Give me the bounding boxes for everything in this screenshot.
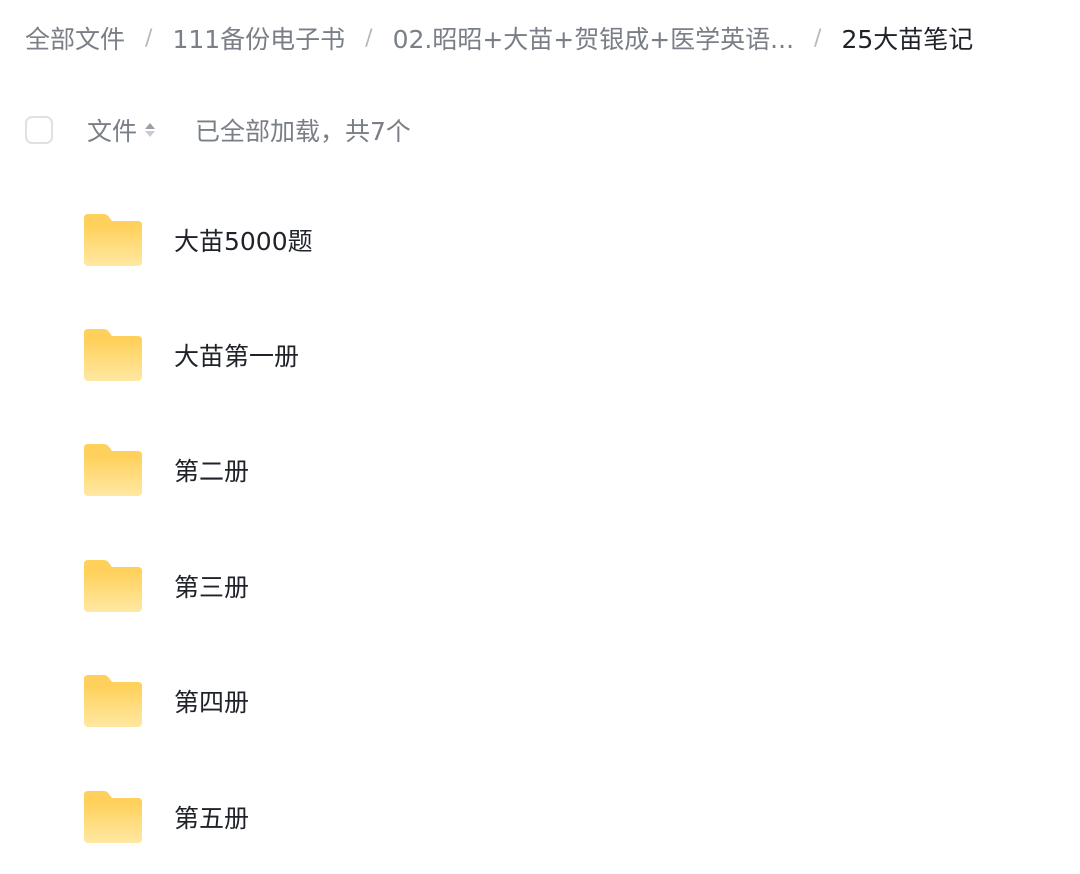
breadcrumb: 全部文件 / 111备份电子书 / 02.昭昭+大苗+贺银成+医学英语... /… <box>25 18 973 58</box>
sort-icon <box>145 123 156 137</box>
breadcrumb-separator: / <box>365 25 373 51</box>
folder-icon <box>84 329 142 382</box>
file-name: 第三册 <box>174 572 250 602</box>
load-status-text: 已全部加载，共7个 <box>195 117 411 146</box>
file-name: 第二册 <box>174 457 250 487</box>
file-name: 大苗5000题 <box>174 226 313 256</box>
breadcrumb-item-current: 25大苗笔记 <box>841 25 974 54</box>
breadcrumb-separator: / <box>145 25 153 51</box>
breadcrumb-item-parent-folder[interactable]: 02.昭昭+大苗+贺银成+医学英语... <box>393 20 794 56</box>
file-name: 大苗第一册 <box>174 342 300 372</box>
folder-icon <box>84 213 142 266</box>
file-row[interactable]: 大苗第一册 <box>0 297 1080 412</box>
breadcrumb-item-all-files[interactable]: 全部文件 <box>25 20 125 56</box>
file-name: 第四册 <box>174 688 250 718</box>
file-row[interactable]: 第四册 <box>0 644 1080 759</box>
folder-icon <box>84 790 142 843</box>
select-all-checkbox[interactable] <box>25 116 53 144</box>
file-row[interactable]: 大苗5000题 <box>0 182 1080 297</box>
file-row[interactable]: 第五册 <box>0 759 1080 874</box>
folder-icon <box>84 559 142 612</box>
breadcrumb-separator: / <box>814 25 822 51</box>
file-row[interactable]: 第三册 <box>0 528 1080 643</box>
folder-icon <box>84 675 142 728</box>
file-list: 大苗5000题 大苗第一册 第二册 第三册 第四册 第五册 <box>0 182 1080 874</box>
file-row[interactable]: 第二册 <box>0 413 1080 528</box>
sort-by-name-button[interactable]: 文件 <box>87 112 156 148</box>
folder-icon <box>84 444 142 497</box>
file-list-header: 文件 已全部加载，共7个 <box>25 112 411 148</box>
file-name: 第五册 <box>174 803 250 833</box>
breadcrumb-item-ebook-backup[interactable]: 111备份电子书 <box>172 20 345 56</box>
sort-label: 文件 <box>87 117 138 146</box>
